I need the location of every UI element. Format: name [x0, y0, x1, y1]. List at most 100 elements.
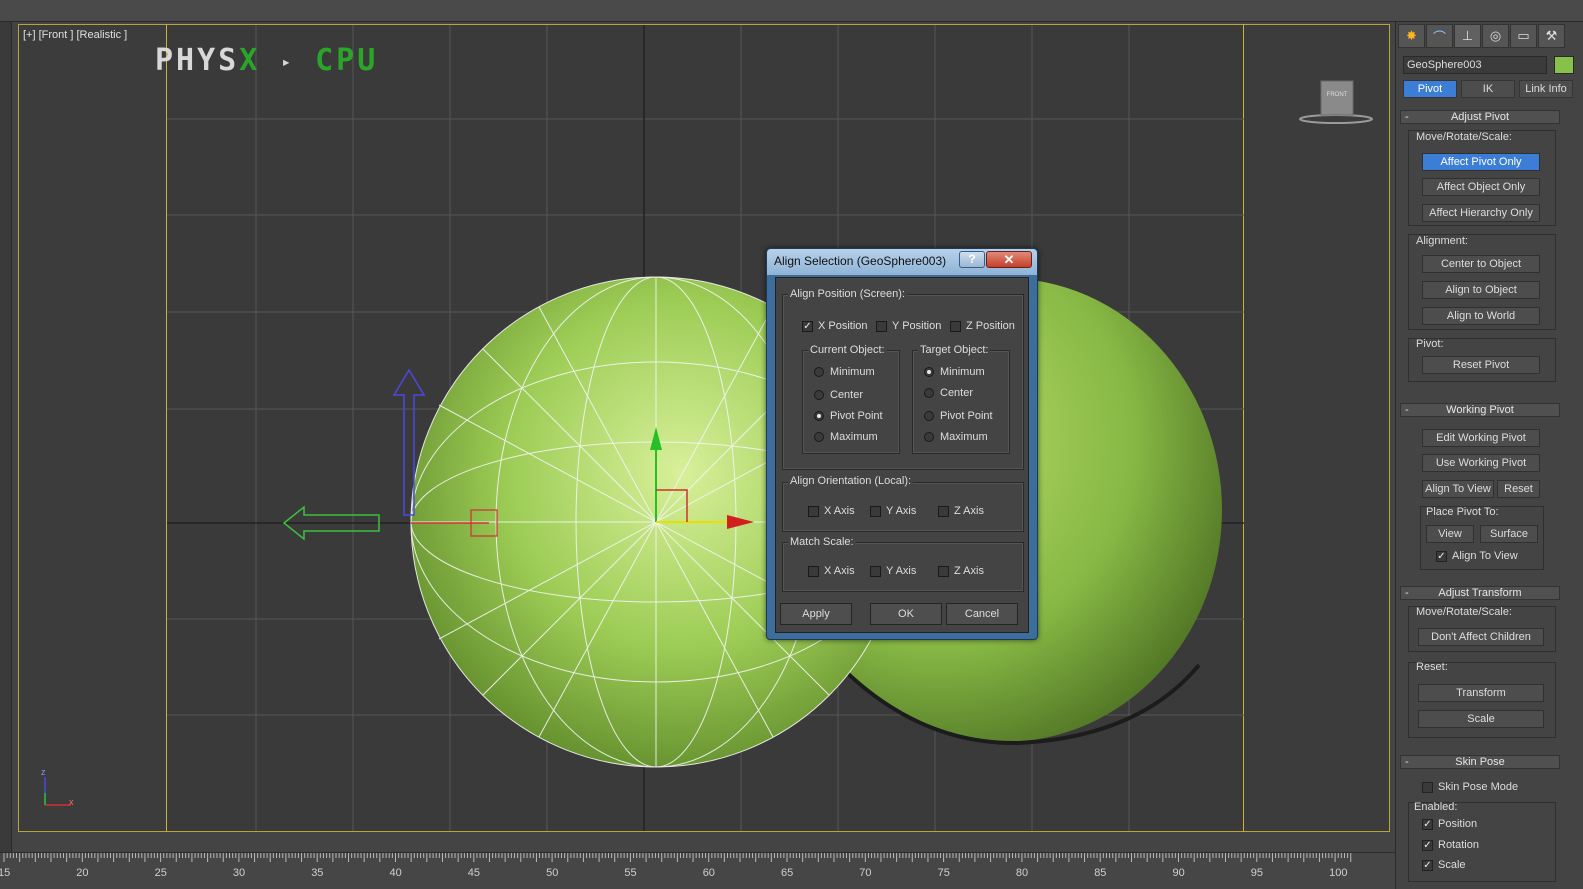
reset-label: Reset: — [1416, 661, 1448, 673]
reset-scale-button[interactable]: Scale — [1418, 710, 1544, 728]
tripod-z-label: z — [41, 767, 46, 777]
target-maximum-radio[interactable]: Maximum — [924, 431, 988, 443]
enabled-label: Enabled: — [1414, 801, 1458, 813]
display-icon[interactable]: ▭ — [1510, 24, 1537, 48]
align-position-label: Align Position (Screen): — [788, 288, 907, 300]
physx-word: PHYS — [155, 43, 240, 78]
ruler-tick-label: 45 — [467, 867, 481, 879]
affect-pivot-only-button[interactable]: Affect Pivot Only — [1422, 153, 1540, 171]
orient-y-axis-checkbox[interactable]: Y Axis — [870, 505, 916, 517]
physx-cpu-logo: PHYSX ▸ CPU — [155, 43, 378, 78]
hierarchy-subtabs: Pivot IK Link Info — [1403, 80, 1573, 98]
center-to-object-button[interactable]: Center to Object — [1422, 255, 1540, 273]
ruler-tick-label: 40 — [389, 867, 402, 879]
orient-x-axis-checkbox[interactable]: X Axis — [808, 505, 855, 517]
ruler-tick-label: 90 — [1172, 867, 1185, 879]
ruler-tick-label: 55 — [624, 867, 637, 879]
sun-icon[interactable]: ✸ — [1398, 24, 1425, 48]
viewport-label[interactable]: [+] [Front ] [Realistic ] — [23, 29, 127, 41]
curve-icon[interactable]: ⌒ — [1426, 24, 1453, 48]
align-orientation-label: Align Orientation (Local): — [788, 475, 914, 487]
minus-icon: - — [1405, 756, 1409, 768]
target-pivot-point-radio[interactable]: Pivot Point — [924, 410, 993, 422]
viewport-scene — [167, 25, 1244, 831]
skin-pose-mode-checkbox[interactable]: Skin Pose Mode — [1422, 781, 1518, 793]
scale-y-axis-checkbox[interactable]: Y Axis — [870, 565, 916, 577]
physx-cpu: CPU — [315, 43, 379, 78]
tripod-x-label: x — [69, 797, 74, 807]
minus-icon: - — [1405, 404, 1409, 416]
utilities-icon[interactable]: ⚒ — [1538, 24, 1565, 48]
current-pivot-point-radio[interactable]: Pivot Point — [814, 410, 883, 422]
checkmark-icon: ✓ — [1422, 839, 1433, 851]
align-to-world-button[interactable]: Align to World — [1422, 307, 1540, 325]
ruler-tick-label: 20 — [76, 867, 89, 879]
tab-link-info[interactable]: Link Info — [1519, 80, 1573, 98]
place-view-button[interactable]: View — [1426, 525, 1474, 543]
checkmark-icon: ✓ — [1422, 818, 1433, 830]
reset-transform-button[interactable]: Transform — [1418, 684, 1544, 702]
place-pivot-to-label: Place Pivot To: — [1426, 506, 1499, 518]
help-button[interactable]: ? — [959, 251, 985, 268]
scale-x-axis-checkbox[interactable]: X Axis — [808, 565, 855, 577]
ruler-tick-label: 85 — [1094, 867, 1107, 879]
move-rotate-scale-label: Move/Rotate/Scale: — [1416, 131, 1512, 143]
object-name-field[interactable]: GeoSphere003 — [1403, 56, 1547, 74]
align-to-view-button[interactable]: Align To View — [1422, 480, 1494, 498]
ruler-tick-label: 80 — [1015, 867, 1029, 879]
ok-button[interactable]: OK — [870, 603, 942, 625]
reset-pivot-button[interactable]: Reset Pivot — [1422, 356, 1540, 374]
use-working-pivot-button[interactable]: Use Working Pivot — [1422, 454, 1540, 472]
close-button[interactable]: ✕ — [986, 251, 1032, 268]
minus-icon: - — [1405, 111, 1409, 123]
align-to-object-button[interactable]: Align to Object — [1422, 281, 1540, 299]
target-center-radio[interactable]: Center — [924, 387, 973, 399]
current-maximum-radio[interactable]: Maximum — [814, 431, 878, 443]
align-selection-dialog: Align Selection (GeoSphere003) ? ✕ Align… — [766, 248, 1038, 640]
current-center-radio[interactable]: Center — [814, 389, 863, 401]
edit-working-pivot-button[interactable]: Edit Working Pivot — [1422, 429, 1540, 447]
dont-affect-children-button[interactable]: Don't Affect Children — [1418, 628, 1544, 646]
ruler-tick-label: 75 — [937, 867, 950, 879]
viewcube[interactable]: FRONT — [1299, 61, 1379, 134]
rollout-adjust-transform[interactable]: - Adjust Transform — [1400, 586, 1560, 600]
cancel-button[interactable]: Cancel — [946, 603, 1018, 625]
ruler-tick-label: 15 — [0, 867, 11, 879]
affect-hierarchy-only-button[interactable]: Affect Hierarchy Only — [1422, 204, 1540, 222]
rollout-adjust-pivot[interactable]: - Adjust Pivot — [1400, 110, 1560, 124]
rollout-skin-pose[interactable]: - Skin Pose — [1400, 755, 1560, 769]
y-position-checkbox[interactable]: Y Position — [876, 320, 941, 332]
front-viewport[interactable]: [+] [Front ] [Realistic ] PHYSX ▸ CPU FR… — [18, 24, 1390, 832]
ruler-tick-label: 65 — [781, 867, 794, 879]
pivot-label: Pivot: — [1416, 338, 1444, 350]
match-scale-label: Match Scale: — [788, 536, 856, 548]
current-minimum-radio[interactable]: Minimum — [814, 366, 875, 378]
affect-object-only-button[interactable]: Affect Object Only — [1422, 178, 1540, 196]
rotation-checkbox[interactable]: ✓ Rotation — [1422, 839, 1479, 851]
scale-z-axis-checkbox[interactable]: Z Axis — [938, 565, 984, 577]
motion-icon[interactable]: ◎ — [1482, 24, 1509, 48]
dialog-body: Align Position (Screen): ✓ X Position Y P… — [775, 277, 1029, 633]
position-checkbox[interactable]: ✓ Position — [1422, 818, 1477, 830]
x-position-checkbox[interactable]: ✓ X Position — [802, 320, 868, 332]
object-color-swatch[interactable] — [1554, 56, 1574, 74]
reset-working-pivot-button[interactable]: Reset — [1497, 480, 1540, 498]
minus-icon: - — [1405, 587, 1409, 599]
place-surface-button[interactable]: Surface — [1480, 525, 1538, 543]
target-minimum-radio[interactable]: Minimum — [924, 366, 985, 378]
ruler-tick-label: 60 — [702, 867, 715, 879]
time-ruler[interactable]: 15 20 25 30 35 40 45 50 55 60 65 70 75 80 85 90 95 100 — [0, 852, 1395, 889]
ruler-tick-label: 70 — [859, 867, 872, 879]
apply-button[interactable]: Apply — [780, 603, 852, 625]
align-to-view-checkbox[interactable]: ✓ Align To View — [1436, 550, 1518, 562]
rollout-working-pivot[interactable]: - Working Pivot — [1400, 403, 1560, 417]
tab-pivot[interactable]: Pivot — [1403, 80, 1457, 98]
command-panel: ✸ ⌒ ⊥ ◎ ▭ ⚒ GeoSphere003 Pivot IK Link I… — [1395, 22, 1583, 889]
z-position-checkbox[interactable]: Z Position — [950, 320, 1015, 332]
hierarchy-icon[interactable]: ⊥ — [1454, 24, 1481, 48]
orient-z-axis-checkbox[interactable]: Z Axis — [938, 505, 984, 517]
checkmark-icon: ✓ — [802, 320, 813, 332]
command-panel-tabs: ✸ ⌒ ⊥ ◎ ▭ ⚒ — [1398, 24, 1568, 48]
tab-ik[interactable]: IK — [1461, 80, 1515, 98]
scale-checkbox[interactable]: ✓ Scale — [1422, 859, 1466, 871]
